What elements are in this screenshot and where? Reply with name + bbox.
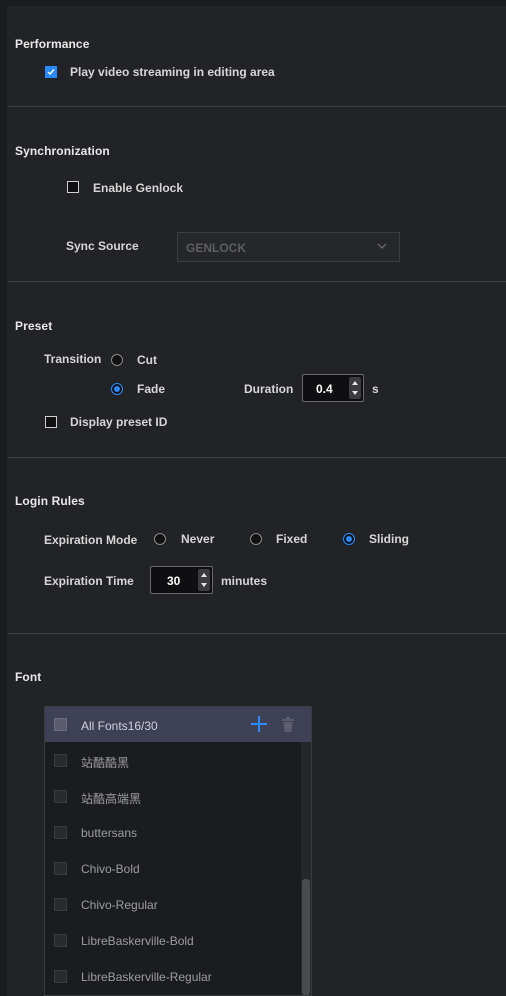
- transition-label: Transition: [44, 352, 102, 366]
- font-item-name: 站酷酷黑: [81, 756, 130, 770]
- font-item-name: buttersans: [81, 826, 138, 840]
- chevron-down-icon: [377, 243, 387, 249]
- transition-cut-label: Cut: [137, 353, 157, 367]
- font-item[interactable]: 站酷酷黑: [45, 742, 301, 778]
- spin-down-icon[interactable]: [351, 390, 359, 396]
- plus-icon[interactable]: [250, 715, 268, 733]
- font-item-checkbox[interactable]: [54, 790, 67, 803]
- font-item-checkbox[interactable]: [54, 862, 67, 875]
- enable-genlock-checkbox[interactable]: [67, 181, 79, 193]
- duration-label: Duration: [244, 382, 294, 396]
- sync-source-label: Sync Source: [66, 239, 139, 253]
- duration-stepper[interactable]: 0.4: [302, 374, 364, 402]
- mode-sliding-radio[interactable]: [343, 533, 355, 545]
- font-list-header: All Fonts16/30: [45, 707, 311, 742]
- display-preset-id-checkbox[interactable]: [45, 416, 57, 428]
- font-item[interactable]: Chivo-Regular: [45, 886, 301, 922]
- expiration-time-arrows[interactable]: [198, 569, 210, 591]
- sync-source-value: GENLOCK: [186, 241, 246, 255]
- synchronization-title: Synchronization: [15, 144, 110, 158]
- font-item[interactable]: LibreBaskerville-Bold: [45, 922, 301, 958]
- font-item-checkbox[interactable]: [54, 898, 67, 911]
- transition-fade-radio[interactable]: [111, 383, 123, 395]
- play-video-label: Play video streaming in editing area: [70, 65, 275, 79]
- mode-never-label: Never: [181, 532, 215, 546]
- expiration-time-value: 30: [167, 574, 181, 588]
- font-item[interactable]: LibreBaskerville-Regular: [45, 958, 301, 994]
- expiration-time-label: Expiration Time: [44, 574, 134, 588]
- spin-down-icon[interactable]: [200, 582, 208, 588]
- login-rules-title: Login Rules: [15, 494, 85, 508]
- display-preset-id-label: Display preset ID: [70, 415, 168, 429]
- expiration-time-unit: minutes: [221, 574, 268, 588]
- font-title: Font: [15, 670, 42, 684]
- font-list: All Fonts16/30 站酷酷黑 站酷高端黑 buttersans Chi…: [44, 706, 312, 996]
- mode-sliding-label: Sliding: [369, 532, 409, 546]
- divider: [7, 457, 506, 458]
- select-all-fonts-checkbox[interactable]: [54, 718, 67, 731]
- expiration-mode-label: Expiration Mode: [44, 533, 138, 547]
- transition-fade-label: Fade: [137, 382, 166, 396]
- mode-fixed-label: Fixed: [276, 532, 308, 546]
- mode-fixed-radio[interactable]: [250, 533, 262, 545]
- font-list-scrollbar-thumb[interactable]: [302, 879, 310, 995]
- font-item-name: LibreBaskerville-Bold: [81, 934, 194, 948]
- duration-arrows[interactable]: [349, 377, 361, 399]
- enable-genlock-label: Enable Genlock: [93, 181, 184, 195]
- font-item-checkbox[interactable]: [54, 826, 67, 839]
- duration-unit: s: [372, 382, 379, 396]
- trash-icon[interactable]: [281, 717, 295, 732]
- font-item-checkbox[interactable]: [54, 970, 67, 983]
- font-item-name: LibreBaskerville-Regular: [81, 970, 212, 984]
- preset-title: Preset: [15, 319, 53, 333]
- transition-cut-radio[interactable]: [111, 354, 123, 366]
- duration-value: 0.4: [316, 382, 333, 396]
- spin-up-icon[interactable]: [351, 380, 359, 386]
- divider: [7, 106, 506, 107]
- font-item-checkbox[interactable]: [54, 754, 67, 767]
- font-item-name: 站酷高端黑: [81, 792, 142, 806]
- mode-never-radio[interactable]: [154, 533, 166, 545]
- performance-title: Performance: [15, 37, 90, 51]
- divider: [7, 281, 506, 282]
- spin-up-icon[interactable]: [200, 572, 208, 578]
- checkmark-icon: [47, 69, 55, 76]
- settings-page: Performance Play video streaming in edit…: [0, 0, 506, 996]
- font-item[interactable]: 站酷高端黑: [45, 778, 301, 814]
- play-video-checkbox[interactable]: [45, 66, 57, 78]
- font-item-name: Chivo-Regular: [81, 898, 158, 912]
- font-item-checkbox[interactable]: [54, 934, 67, 947]
- font-item[interactable]: buttersans: [45, 814, 301, 850]
- sync-source-select[interactable]: GENLOCK: [177, 232, 400, 262]
- divider: [7, 633, 506, 634]
- expiration-time-stepper[interactable]: 30: [150, 566, 213, 594]
- font-item-name: Chivo-Bold: [81, 862, 140, 876]
- font-list-header-label: All Fonts16/30: [81, 719, 158, 733]
- font-item[interactable]: Chivo-Bold: [45, 850, 301, 886]
